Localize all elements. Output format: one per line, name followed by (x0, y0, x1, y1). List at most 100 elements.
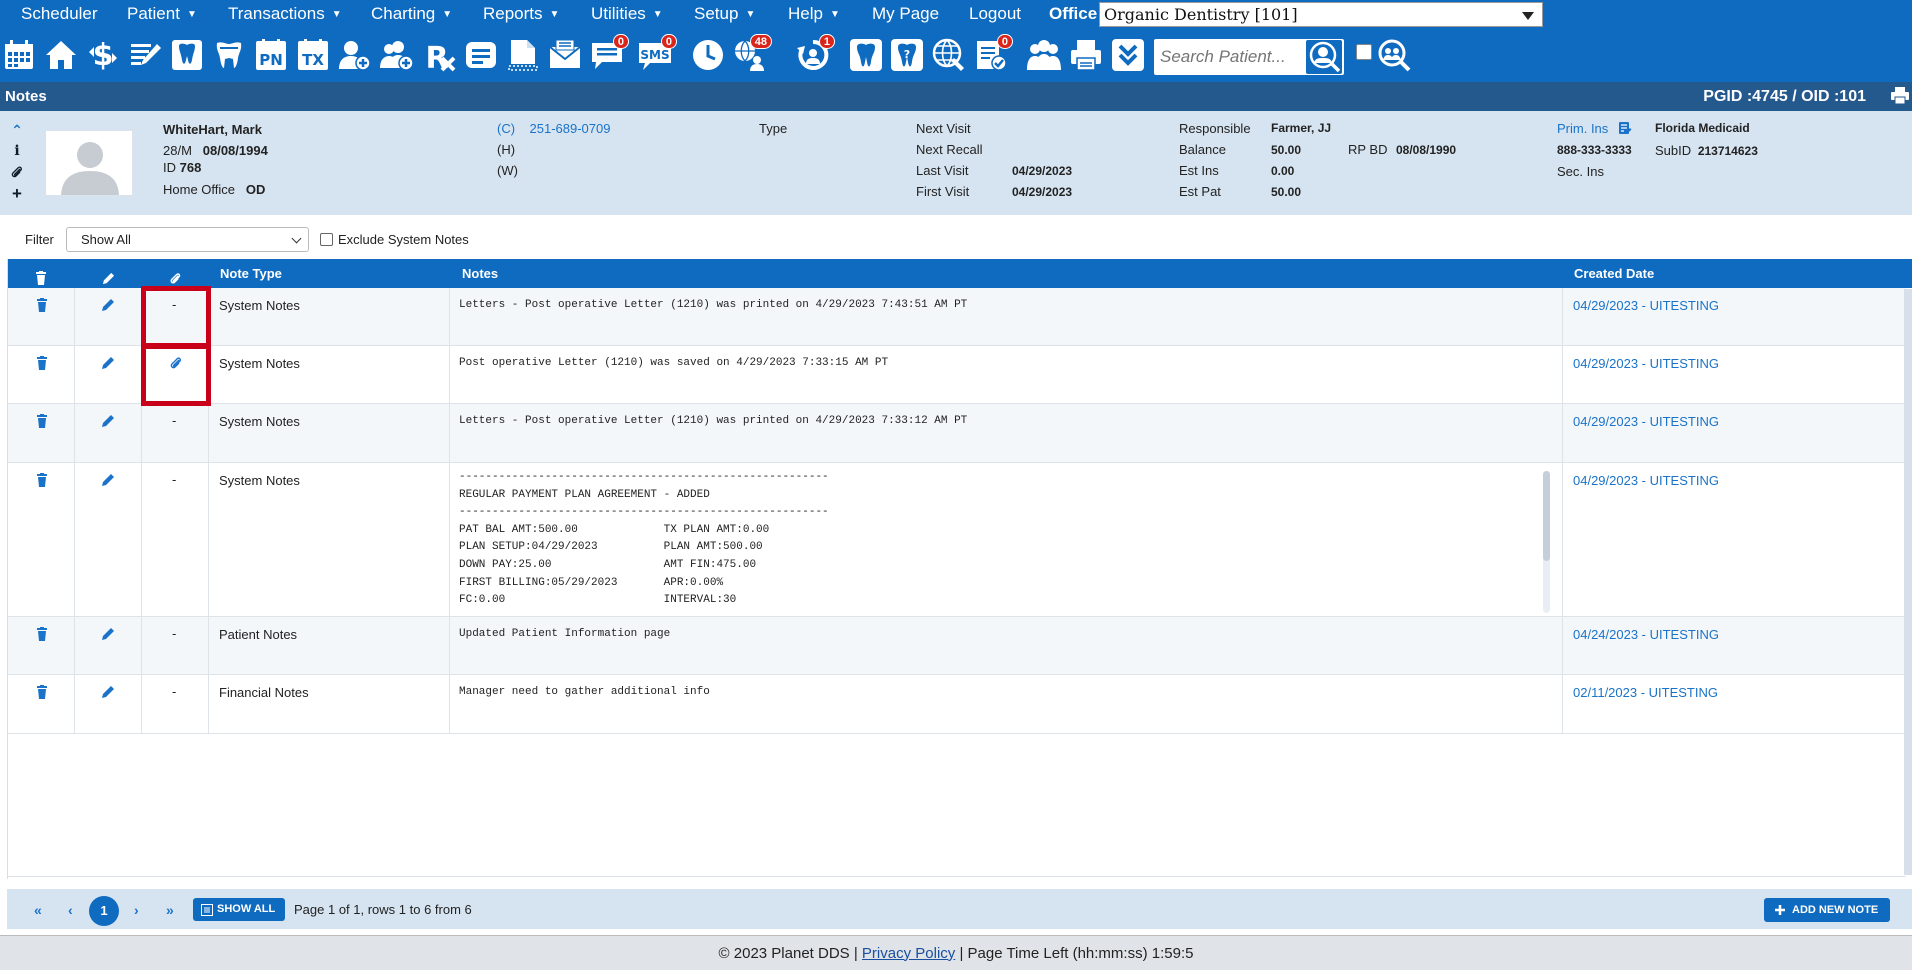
menu-charting[interactable]: Charting ▼ (371, 4, 452, 24)
first-page-button[interactable]: « (34, 902, 42, 918)
home-icon[interactable] (43, 37, 79, 73)
print-icon[interactable] (1890, 87, 1910, 105)
menu-scheduler[interactable]: Scheduler (21, 4, 98, 24)
created-date-link[interactable]: 04/29/2023 - UITESTING (1573, 356, 1719, 371)
add-family-icon[interactable] (379, 37, 415, 73)
privacy-policy-link[interactable]: Privacy Policy (862, 945, 955, 962)
tooth-help-icon[interactable]: ? (889, 37, 925, 73)
prescription-icon[interactable]: R (421, 37, 457, 73)
phone-cell-label: (C) (497, 121, 516, 136)
pencil-icon[interactable] (101, 685, 115, 699)
office-select[interactable]: Organic Dentistry [101] (1099, 2, 1543, 27)
created-date-link[interactable]: 02/11/2023 - UITESTING (1573, 685, 1718, 700)
phone-cell[interactable]: (C) 251-689-0709 (497, 121, 610, 136)
progress-notes-icon[interactable]: PN (253, 37, 289, 73)
insurance-card-icon[interactable] (1618, 121, 1632, 135)
mail-icon[interactable] (547, 37, 583, 73)
menu-transactions[interactable]: Transactions ▼ (228, 4, 342, 24)
note-scrollbar[interactable] (1543, 471, 1550, 613)
info-icon[interactable]: i (10, 144, 24, 158)
notes-cell: ----------------------------------------… (450, 463, 1563, 616)
add-icon[interactable]: + (10, 185, 24, 202)
pencil-icon[interactable] (101, 473, 115, 487)
avatar (45, 130, 133, 196)
sms-icon[interactable]: SMS 0 (637, 34, 677, 73)
next-recall-label: Next Recall (916, 142, 983, 157)
created-date-link[interactable]: 04/24/2023 - UITESTING (1573, 627, 1719, 642)
last-page-button[interactable]: » (166, 902, 174, 918)
menu-logout[interactable]: Logout (969, 4, 1021, 24)
recall-icon[interactable]: 1 (795, 34, 835, 73)
svg-text:PN: PN (259, 51, 283, 69)
add-new-note-button[interactable]: ADD NEW NOTE (1764, 898, 1890, 922)
trash-icon[interactable] (35, 356, 49, 370)
paperclip-icon (170, 273, 181, 284)
treatment-icon[interactable]: TX (295, 37, 331, 73)
chevron-double-down-icon[interactable] (1110, 37, 1146, 73)
phone-work-label: (W) (497, 163, 518, 178)
created-date-link[interactable]: 04/29/2023 - UITESTING (1573, 473, 1719, 488)
tooth-icon[interactable] (848, 37, 884, 73)
header-notes[interactable]: Notes (462, 259, 498, 288)
messages-icon[interactable]: 0 (589, 34, 629, 73)
menu-my-page[interactable]: My Page (872, 4, 939, 24)
tooth-chart-icon[interactable] (169, 37, 205, 73)
perio-icon[interactable] (211, 37, 247, 73)
menu-reports[interactable]: Reports ▼ (483, 4, 559, 24)
menu-help[interactable]: Help ▼ (788, 4, 840, 24)
footer: © 2023 Planet DDS | Privacy Policy | Pag… (0, 935, 1912, 970)
group-icon[interactable] (1026, 37, 1062, 73)
pencil-icon[interactable] (101, 627, 115, 641)
paperclip-icon[interactable] (10, 165, 24, 179)
note-scrollbar-thumb[interactable] (1543, 471, 1550, 561)
clock-icon[interactable] (690, 37, 726, 73)
note-text: Updated Patient Information page (459, 628, 671, 640)
search-patient-button[interactable] (1306, 40, 1342, 74)
trash-icon[interactable] (35, 627, 49, 641)
calendar-icon[interactable] (1, 37, 37, 73)
table-scrollbar[interactable] (1904, 289, 1912, 875)
trash-icon[interactable] (35, 473, 49, 487)
created-date-link[interactable]: 04/29/2023 - UITESTING (1573, 298, 1719, 313)
print-icon[interactable] (1068, 37, 1104, 73)
forms-icon[interactable]: 0 (973, 34, 1013, 73)
menu-utilities[interactable]: Utilities ▼ (591, 4, 663, 24)
balance-value: 50.00 (1271, 143, 1302, 157)
table-row: - System Notes Letters - Post operative … (8, 404, 1906, 463)
exclude-system-notes-checkbox[interactable] (320, 233, 333, 246)
patient-search-input[interactable] (1154, 40, 1304, 74)
prim-ins-value: Florida Medicaid (1655, 121, 1750, 135)
prev-page-button[interactable]: ‹ (68, 902, 73, 918)
search-option-checkbox[interactable] (1356, 44, 1372, 60)
pencil-icon[interactable] (101, 356, 115, 370)
trash-icon[interactable] (35, 685, 49, 699)
next-page-button[interactable]: › (134, 902, 139, 918)
prim-ins-link[interactable]: Prim. Ins (1557, 121, 1632, 136)
advanced-search-icon[interactable] (1376, 37, 1412, 73)
trash-icon[interactable] (35, 414, 49, 428)
patient-header: ⌃ i + WhiteHart, Mark 28/M 08/08/1994 ID… (0, 111, 1912, 215)
subid-label: SubID (1655, 143, 1692, 158)
collapse-up-icon[interactable]: ⌃ (10, 123, 24, 137)
pencil-icon[interactable] (101, 298, 115, 312)
globe-icon[interactable] (931, 37, 967, 73)
phone-cell-value: 251-689-0709 (529, 121, 611, 136)
current-page-button[interactable]: 1 (89, 896, 119, 926)
pencil-icon[interactable] (101, 414, 115, 428)
menu-patient[interactable]: Patient ▼ (127, 4, 197, 24)
filter-select[interactable]: Show All (66, 227, 309, 252)
dollar-icon[interactable]: $ (85, 37, 121, 73)
web-users-icon[interactable]: 48 (732, 34, 772, 73)
trash-icon[interactable] (35, 298, 49, 312)
edit-notes-icon[interactable] (127, 37, 163, 73)
notes-icon[interactable] (463, 37, 499, 73)
document-scan-icon[interactable] (505, 37, 541, 73)
delete-cell (8, 675, 75, 733)
header-edit (102, 266, 115, 285)
show-all-button[interactable]: SHOW ALL (193, 898, 285, 921)
menu-setup[interactable]: Setup ▼ (694, 4, 755, 24)
header-note-type[interactable]: Note Type (220, 259, 282, 288)
add-patient-icon[interactable] (337, 37, 373, 73)
created-date-link[interactable]: 04/29/2023 - UITESTING (1573, 414, 1719, 429)
header-created-date[interactable]: Created Date (1574, 259, 1654, 288)
